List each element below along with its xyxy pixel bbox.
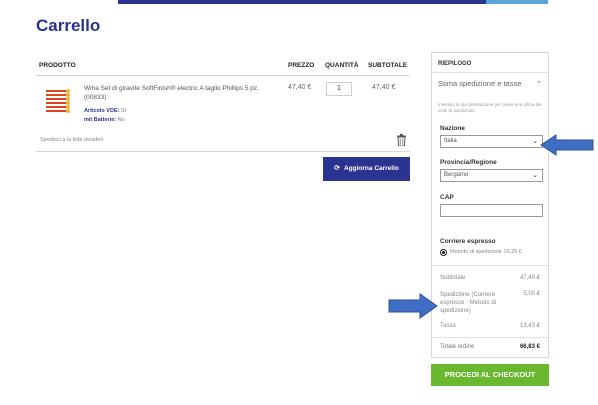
item-price: 47,40 € [288,84,312,91]
estimate-shipping-toggle[interactable]: Stima spedizione e tasse [438,79,528,88]
province-value: Bergamo [444,172,469,178]
shipping-value: 5,00 € [523,291,540,297]
order-total-label: Totale ordine [440,344,475,350]
chevron-up-icon[interactable]: ⌃ [536,80,542,88]
product-name-link[interactable]: Wiha Set di giravite SoftFinish® electri… [84,84,274,102]
attr-vde-label: Articolo VDE: [84,108,120,114]
quantity-input[interactable]: 1 [326,82,352,96]
country-select[interactable]: Italia ⌄ [440,135,543,148]
shipping-label: Spedizione (Corriere espresso - Metodo d… [440,292,497,314]
cart-item-row: Wiha Set di giravite SoftFinish® electri… [36,76,410,132]
attr-vde-value: Sì [120,108,127,114]
proceed-to-checkout-button[interactable]: PROCEDI AL CHECKOUT [431,364,549,386]
province-label: Provincia/Regione [440,159,497,166]
annotation-arrow-left-icon [540,134,594,156]
cap-label: CAP [440,194,454,201]
header-subtotal: SUBTOTALE [368,62,408,69]
cap-input[interactable] [440,204,543,217]
attr-battery-label: mit Batterie: [84,117,117,123]
order-summary-panel: RIEPILOGO Stima spedizione e tasse ⌃ Ins… [431,52,549,358]
product-attr-battery: mit Batterie: No [84,117,125,123]
trash-icon[interactable] [397,134,406,146]
chevron-down-icon: ⌄ [532,138,538,145]
header-quantity: QUANTITÀ [325,62,359,69]
attr-battery-value: No [117,117,125,123]
estimate-description: Inserisci la tua destinazione per avere … [438,102,542,113]
order-total-value: 66,83 € [519,344,540,350]
header-product: PRODOTTO [39,62,76,69]
annotation-arrow-right-icon [388,293,438,319]
header-price: PREZZO [288,62,315,69]
page-title: Carrello [36,16,101,35]
update-cart-label: Aggiorna Carrello [343,165,399,172]
chevron-down-icon: ⌄ [532,172,538,179]
product-thumbnail[interactable] [46,89,70,114]
top-accent-bar-tail [486,0,548,4]
summary-title: RIEPILOGO [438,61,472,67]
divider [432,337,548,338]
cart-item-actions: Spedisci a la lista desideri [36,132,410,152]
carrier-title: Corriere espresso [440,238,496,245]
divider [432,72,548,73]
subtotal-value: 47,40 € [519,275,540,281]
cart-table-header: PRODOTTO PREZZO QUANTITÀ SUBTOTALE [36,58,410,76]
divider [432,265,548,266]
product-attr-vde: Articolo VDE: Sì [84,108,126,114]
country-value: Italia [444,138,457,144]
tax-value: 13,43 € [519,323,540,329]
shipping-method-label[interactable]: Metodo di spedizione 19,20 € [450,249,522,255]
update-cart-button[interactable]: ⟳ Aggiorna Carrello [323,157,410,181]
move-to-wishlist-link[interactable]: Spedisci a la lista desideri [40,137,103,143]
top-accent-bar [118,0,548,4]
country-label: Nazione [440,125,465,132]
tax-label: Tassa [440,323,456,329]
province-select[interactable]: Bergamo ⌄ [440,169,543,182]
subtotal-label: Subtotale [440,275,466,281]
refresh-icon: ⟳ [334,165,340,172]
item-subtotal: 47,40 € [372,84,396,91]
shipping-method-radio[interactable] [440,249,447,256]
